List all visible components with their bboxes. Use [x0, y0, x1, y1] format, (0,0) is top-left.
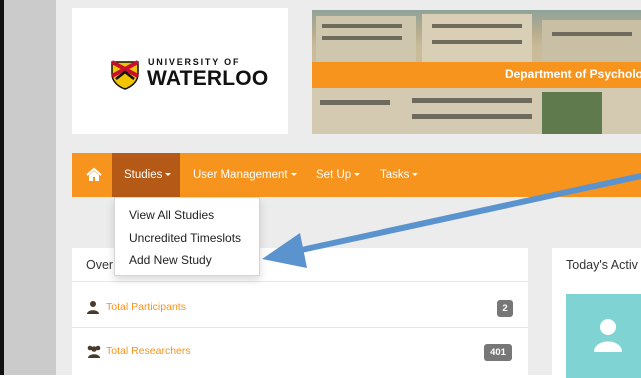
university-logo[interactable]: UNIVERSITY OF WATERLOO — [72, 8, 288, 134]
activity-tile[interactable] — [566, 294, 641, 378]
divider — [72, 327, 528, 328]
user-icon — [594, 319, 622, 352]
main-navbar: Studies User Management Set Up Tasks — [72, 153, 641, 197]
studies-dropdown-menu: View All Studies Uncredited Timeslots Ad… — [114, 197, 260, 276]
user-icon — [87, 301, 99, 314]
menu-item-uncredited-timeslots[interactable]: Uncredited Timeslots — [129, 231, 241, 245]
department-banner: Department of Psycholo — [312, 10, 641, 134]
home-icon[interactable] — [86, 167, 102, 183]
nav-item-user-management-label: User Management — [193, 169, 288, 181]
menu-item-add-new-study[interactable]: Add New Study — [129, 253, 212, 267]
nav-item-set-up-label: Set Up — [316, 169, 352, 181]
nav-item-set-up[interactable]: Set Up — [316, 153, 361, 197]
total-participants-link[interactable]: Total Participants — [106, 301, 186, 313]
university-crest-icon — [111, 60, 139, 90]
todays-activity-panel: Today's Activ — [552, 248, 641, 378]
logo-line-1: UNIVERSITY OF — [148, 57, 241, 67]
chevron-down-icon — [354, 173, 361, 177]
left-gutter — [4, 0, 56, 375]
divider — [72, 281, 528, 282]
participants-count-badge: 2 — [497, 300, 513, 317]
logo-line-2: WATERLOO — [147, 67, 269, 90]
menu-item-view-all-studies[interactable]: View All Studies — [129, 208, 214, 222]
chevron-down-icon — [412, 173, 419, 177]
chevron-down-icon — [290, 173, 297, 177]
banner-title: Department of Psycholo — [504, 67, 641, 81]
total-researchers-link[interactable]: Total Researchers — [106, 345, 191, 357]
nav-item-tasks-label: Tasks — [380, 169, 410, 181]
nav-item-studies-label: Studies — [124, 169, 163, 181]
nav-item-user-management[interactable]: User Management — [193, 153, 297, 197]
todays-activity-title: Today's Activ — [566, 258, 638, 272]
users-icon — [87, 345, 101, 358]
nav-item-studies[interactable]: Studies — [112, 153, 180, 197]
chevron-down-icon — [165, 173, 172, 177]
overview-panel-title: Over — [86, 258, 114, 272]
researchers-count-badge: 401 — [484, 344, 512, 361]
nav-item-tasks[interactable]: Tasks — [380, 153, 419, 197]
